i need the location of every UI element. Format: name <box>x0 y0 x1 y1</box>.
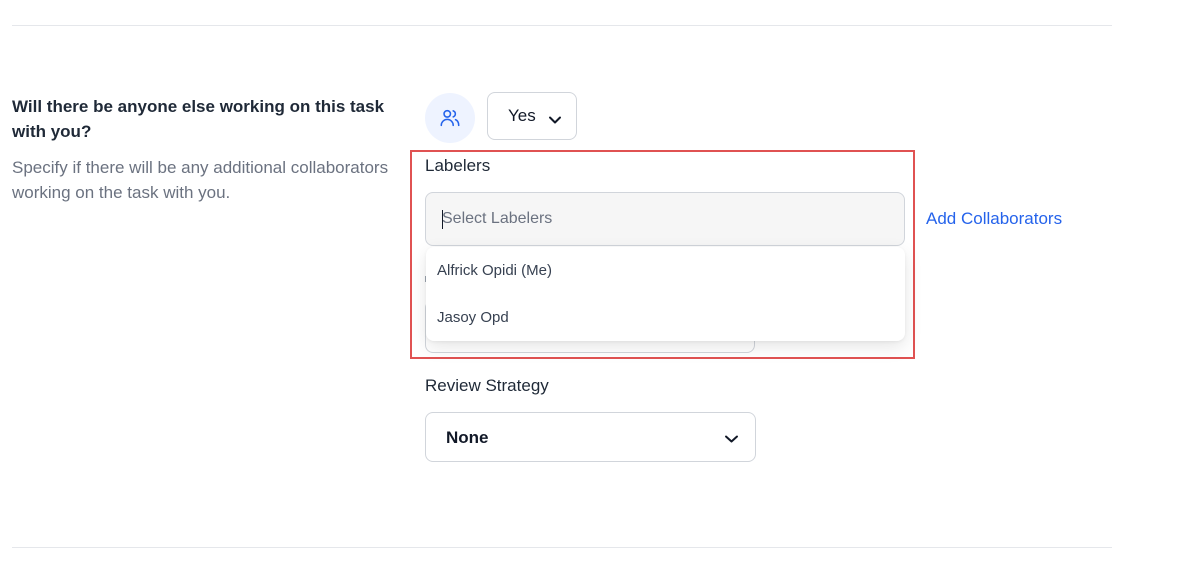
collaborators-select[interactable]: Yes <box>487 92 577 140</box>
labelers-label: Labelers <box>425 156 491 175</box>
labeler-option-jasoy[interactable]: Jasoy Opd <box>437 309 509 326</box>
review-strategy-select[interactable]: None <box>425 412 756 462</box>
question-title: Will there be anyone else working on thi… <box>12 97 385 141</box>
question-description: Specify if there will be any additional … <box>12 158 389 202</box>
users-icon <box>425 93 475 143</box>
text-cursor <box>442 210 443 229</box>
add-collaborators-link[interactable]: Add Collaborators <box>926 209 1062 229</box>
labeler-option-alfrick[interactable]: Alfrick Opidi (Me) <box>437 262 552 279</box>
chevron-down-icon <box>724 431 739 449</box>
chevron-down-icon <box>548 110 562 130</box>
collaborators-select-value: Yes <box>508 106 536 125</box>
bottom-divider <box>12 547 1112 548</box>
labelers-dropdown: Alfrick Opidi (Me) Jasoy Opd <box>426 247 905 341</box>
review-strategy-label: Review Strategy <box>425 376 549 395</box>
labelers-search-input[interactable] <box>425 192 905 246</box>
top-divider <box>12 25 1112 26</box>
review-strategy-value: None <box>446 428 489 447</box>
